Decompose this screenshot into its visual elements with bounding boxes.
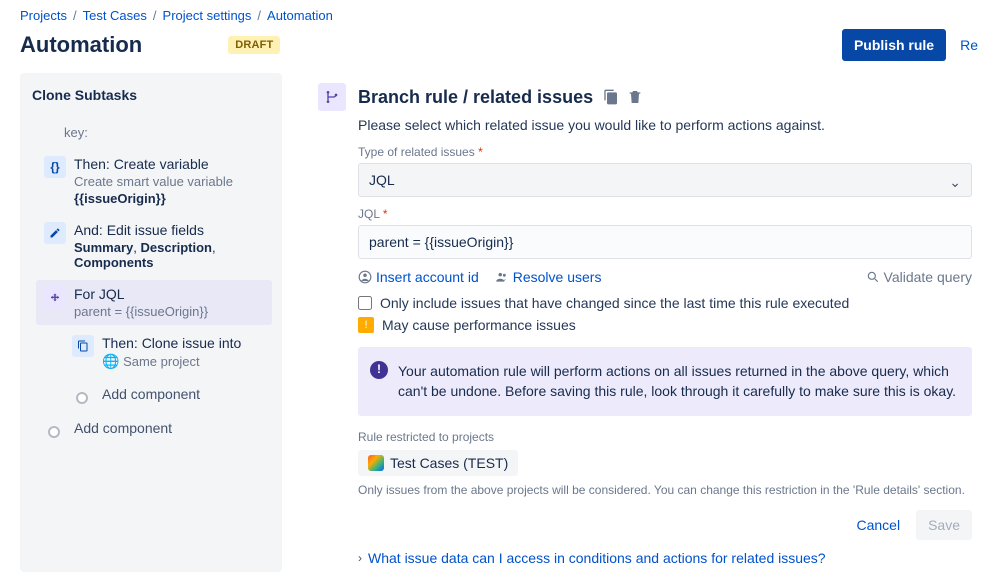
step-for-jql[interactable]: For JQL parent = {{issueOrigin}}	[36, 280, 272, 325]
trash-icon[interactable]	[627, 89, 643, 105]
cancel-button[interactable]: Cancel	[846, 510, 910, 540]
only-changed-input[interactable]	[358, 296, 372, 310]
only-changed-checkbox[interactable]: Only include issues that have changed si…	[358, 295, 972, 311]
return-link[interactable]: Re	[960, 37, 978, 53]
type-select[interactable]: JQL ⌄	[358, 163, 972, 197]
user-circle-icon	[358, 270, 372, 284]
jql-label: JQL	[358, 207, 972, 221]
publish-rule-button[interactable]: Publish rule	[842, 29, 946, 61]
save-button[interactable]: Save	[916, 510, 972, 540]
copy-icon	[72, 335, 94, 357]
pencil-icon	[44, 222, 66, 244]
resolve-users-link[interactable]: Resolve users	[495, 269, 602, 285]
search-icon	[866, 270, 880, 284]
detail-description: Please select which related issue you wo…	[358, 117, 972, 133]
add-component-inner[interactable]: Add component	[64, 380, 272, 410]
restrict-note: Only issues from the above projects will…	[358, 482, 972, 499]
users-icon	[495, 270, 509, 284]
info-callout: ! Your automation rule will perform acti…	[358, 347, 972, 416]
performance-warning: ! May cause performance issues	[358, 317, 972, 333]
data-access-expander[interactable]: › What issue data can I access in condit…	[358, 550, 972, 566]
branch-icon	[44, 286, 66, 308]
chevron-right-icon: ›	[358, 551, 362, 565]
branch-icon	[318, 83, 346, 111]
rule-name[interactable]: Clone Subtasks	[20, 87, 274, 113]
breadcrumb-testcases[interactable]: Test Cases	[83, 8, 147, 23]
add-marker-icon	[48, 426, 60, 438]
breadcrumb-automation[interactable]: Automation	[267, 8, 333, 23]
detail-panel: Branch rule / related issues Please sele…	[282, 73, 998, 572]
detail-title: Branch rule / related issues	[358, 87, 593, 108]
step-clone-issue[interactable]: Then: Clone issue into 🌐 Same project	[64, 329, 272, 376]
validate-query[interactable]: Validate query	[866, 269, 972, 285]
breadcrumb: Projects/ Test Cases/ Project settings/ …	[0, 0, 998, 27]
rule-tree-panel: Clone Subtasks key: {} Then: Create vari…	[20, 73, 282, 572]
add-marker-icon	[76, 392, 88, 404]
step-create-variable[interactable]: {} Then: Create variable Create smart va…	[36, 150, 272, 212]
page-title: Automation	[20, 32, 142, 58]
status-badge: DRAFT	[228, 36, 280, 54]
breadcrumb-projects[interactable]: Projects	[20, 8, 67, 23]
chevron-down-icon: ⌄	[949, 174, 961, 191]
add-component-outer[interactable]: Add component	[36, 414, 272, 444]
project-chip[interactable]: Test Cases (TEST)	[358, 450, 518, 476]
copy-icon[interactable]	[603, 89, 619, 105]
restricted-label: Rule restricted to projects	[358, 430, 972, 444]
warning-icon: !	[358, 317, 374, 333]
step-key: key:	[36, 117, 272, 146]
type-label: Type of related issues	[358, 145, 972, 159]
project-avatar-icon	[368, 455, 384, 471]
info-icon: !	[370, 361, 388, 379]
breadcrumb-settings[interactable]: Project settings	[163, 8, 252, 23]
braces-icon: {}	[44, 156, 66, 178]
jql-input[interactable]	[369, 234, 961, 250]
globe-icon: 🌐	[102, 353, 119, 369]
step-edit-fields[interactable]: And: Edit issue fields Summary, Descript…	[36, 216, 272, 276]
insert-account-link[interactable]: Insert account id	[358, 269, 479, 285]
